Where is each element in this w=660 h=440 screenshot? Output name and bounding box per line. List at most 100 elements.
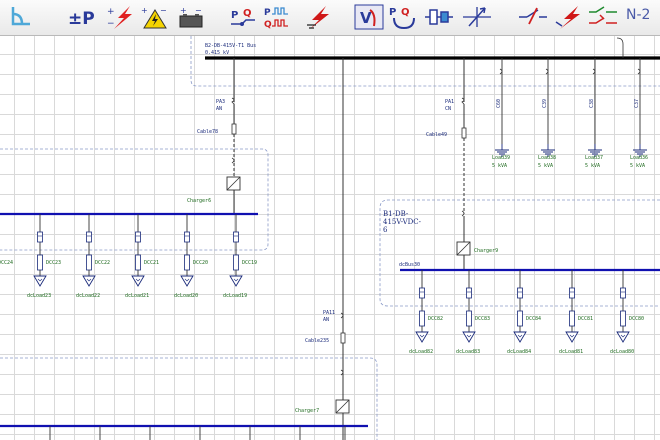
dc-cable[interactable] (517, 310, 523, 327)
load-breaker-label: C39 (542, 99, 548, 108)
right-dc-bus-label: dcBus30 (399, 262, 420, 268)
dc-cable[interactable] (184, 254, 190, 271)
dcc-label: DCC24 (0, 260, 13, 266)
dc-load-label: dcLoad23 (27, 293, 51, 299)
dc-breaker[interactable] (569, 287, 575, 299)
svg-text:−: − (160, 6, 167, 15)
load-rating-label: 5 kVA (585, 163, 600, 169)
cable78-symbol[interactable] (231, 123, 237, 135)
svg-text:Q: Q (243, 8, 252, 19)
charger9-label: Charger9 (474, 248, 498, 254)
dc-load-label: dcLoad20 (174, 293, 198, 299)
right-dc-title: B1-DB- (383, 210, 409, 218)
dcc-label: DCC23 (46, 260, 61, 266)
svg-text:−: − (195, 6, 202, 15)
battery-sizing-icon[interactable]: + − (176, 3, 206, 31)
dc-load-label: dcLoad19 (223, 293, 247, 299)
dc-cable[interactable] (233, 254, 239, 271)
feeder-pa3-state: AN (216, 106, 222, 112)
dcc-label: DCC82 (428, 316, 443, 322)
feeder-pa1-state: CN (445, 106, 451, 112)
switching-sequence-icon[interactable] (588, 3, 618, 31)
left-dc-branches: DCC2424DCC23dcLoad23DCC22dcLoad22DCC21dc… (0, 214, 257, 299)
charger6-label: Charger6 (187, 198, 211, 204)
svg-text:P: P (231, 10, 238, 21)
dc-breaker[interactable] (620, 287, 626, 299)
feeder-pa1-breaker[interactable] (461, 97, 465, 105)
dc-breaker[interactable] (86, 231, 92, 243)
cable49-symbol[interactable] (461, 127, 467, 139)
svg-text:Q: Q (264, 20, 272, 30)
arc-flash-icon[interactable] (554, 3, 584, 31)
n-minus-2-contingency-button[interactable]: N-2 (626, 7, 650, 23)
dcc-label: DCC80 (629, 316, 644, 322)
cable235-symbol[interactable] (340, 332, 346, 344)
transient-stability-icon[interactable] (462, 3, 492, 31)
load-rating-label: 5 kVA (630, 163, 645, 169)
load-rating-label: 5 kVA (492, 163, 507, 169)
feeder-pa1-breaker[interactable] (461, 210, 465, 217)
harmonic-icon[interactable]: PQ (262, 3, 292, 31)
dc-breaker[interactable] (466, 287, 472, 299)
dc-load-label: dcLoad21 (125, 293, 149, 299)
voltage-drop-icon[interactable]: V (354, 3, 384, 31)
svg-text:±P: ±P (68, 9, 95, 29)
toolbar: ±P + − + − + − PQ PQ V PQ N-2 (0, 0, 660, 36)
dcc-label: DCC81 (578, 316, 593, 322)
main-bus-voltage: 0.415 kV (205, 50, 229, 56)
load-flow-icon[interactable]: PQ (228, 3, 258, 31)
dcc-label: DCC22 (95, 260, 110, 266)
feeder-pa11-state: AN (323, 317, 329, 323)
dc-breaker[interactable] (37, 231, 43, 243)
svg-text:P: P (389, 7, 396, 18)
dc-breaker[interactable] (184, 231, 190, 243)
device-duty-icon[interactable] (424, 3, 454, 31)
feeder-pa3-label: PA3 (216, 99, 225, 105)
feeder-pa3-breaker[interactable] (231, 157, 235, 164)
dcc-label: DCC83 (475, 316, 490, 322)
dc-cable[interactable] (620, 310, 626, 327)
dc-load-label: dcLoad81 (559, 349, 583, 355)
dc-load-label: dcLoad83 (456, 349, 480, 355)
dc-breaker[interactable] (517, 287, 523, 299)
bus-tie-connection (616, 37, 624, 58)
breaker-icon[interactable] (518, 3, 548, 31)
dc-cable[interactable] (135, 254, 141, 271)
dc-cable[interactable] (419, 310, 425, 327)
dc-fault-icon[interactable]: + − (106, 3, 136, 31)
dc-source-icon[interactable]: ±P (66, 3, 96, 31)
right-dc-title: 6 (383, 226, 388, 234)
svg-text:+: + (107, 7, 115, 17)
svg-text:+: + (180, 6, 187, 15)
dc-breaker[interactable] (135, 231, 141, 243)
feeder-pa3-breaker[interactable] (231, 97, 235, 105)
cable235-label: Cable235 (305, 338, 329, 344)
svg-text:V: V (360, 9, 372, 27)
svg-text:P: P (264, 8, 271, 18)
cable78-label: Cable78 (197, 129, 218, 135)
dc-breaker[interactable] (419, 287, 425, 299)
dc-cable[interactable] (86, 254, 92, 271)
dc-load-label: dcLoad22 (76, 293, 100, 299)
dc-load-label: dcLoad84 (507, 349, 531, 355)
dcc-label: DCC19 (242, 260, 257, 266)
short-circuit-icon[interactable] (304, 3, 334, 31)
load-breaker-label: C60 (496, 99, 502, 108)
single-line-diagram-icon[interactable] (6, 3, 36, 31)
one-line-diagram: B2-DB-415V-T1 Bus 0.415 kV PA3 AN Cable7… (0, 36, 660, 440)
bottom-dc-group-box (0, 357, 378, 440)
protective-coordination-icon[interactable]: PQ (388, 3, 418, 31)
dcc-label: DCC20 (193, 260, 208, 266)
dc-arc-flash-icon[interactable]: + − (140, 3, 170, 31)
dcc-label: DCC84 (526, 316, 541, 322)
bottom-dc-stubs (49, 426, 346, 440)
right-dc-title: 415V-VDC- (383, 218, 422, 226)
dc-cable[interactable] (37, 254, 43, 271)
dc-cable[interactable] (466, 310, 472, 327)
load-breaker-label: C37 (634, 99, 640, 108)
app-window: ±P + − + − + − PQ PQ V PQ N-2 B2-DB-415V… (0, 0, 660, 440)
one-line-diagram-canvas[interactable]: B2-DB-415V-T1 Bus 0.415 kV PA3 AN Cable7… (0, 36, 660, 440)
feeder-pa11-label: PA11 (323, 310, 335, 316)
dc-cable[interactable] (569, 310, 575, 327)
dc-breaker[interactable] (233, 231, 239, 243)
